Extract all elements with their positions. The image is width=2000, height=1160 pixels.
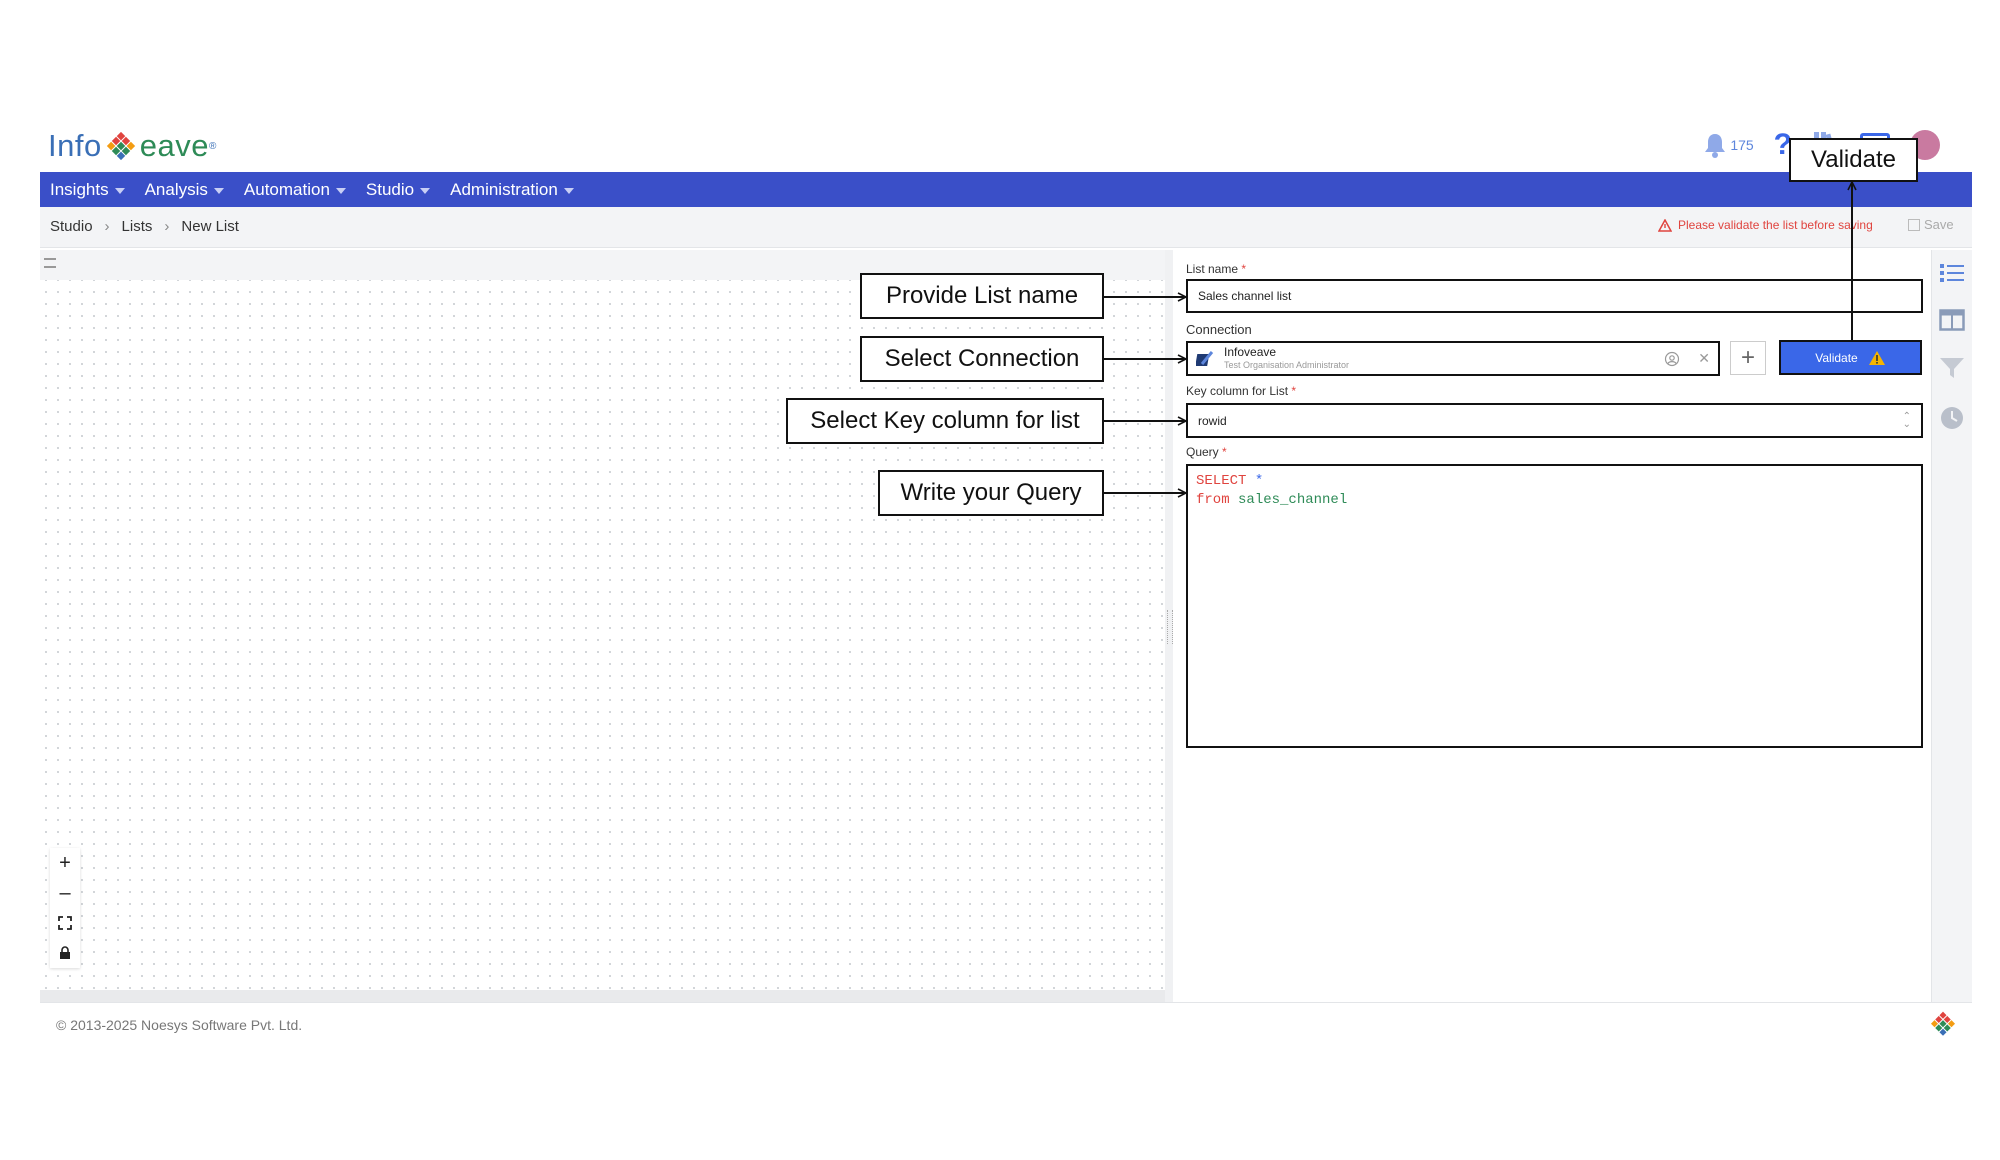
callout-query: Write your Query	[878, 470, 1104, 516]
callout-list-name: Provide List name	[860, 273, 1104, 319]
callout-connection: Select Connection	[860, 336, 1104, 382]
annotation-arrows	[1104, 0, 2000, 1160]
callout-validate: Validate	[1789, 138, 1918, 182]
callout-key-column: Select Key column for list	[786, 398, 1104, 444]
